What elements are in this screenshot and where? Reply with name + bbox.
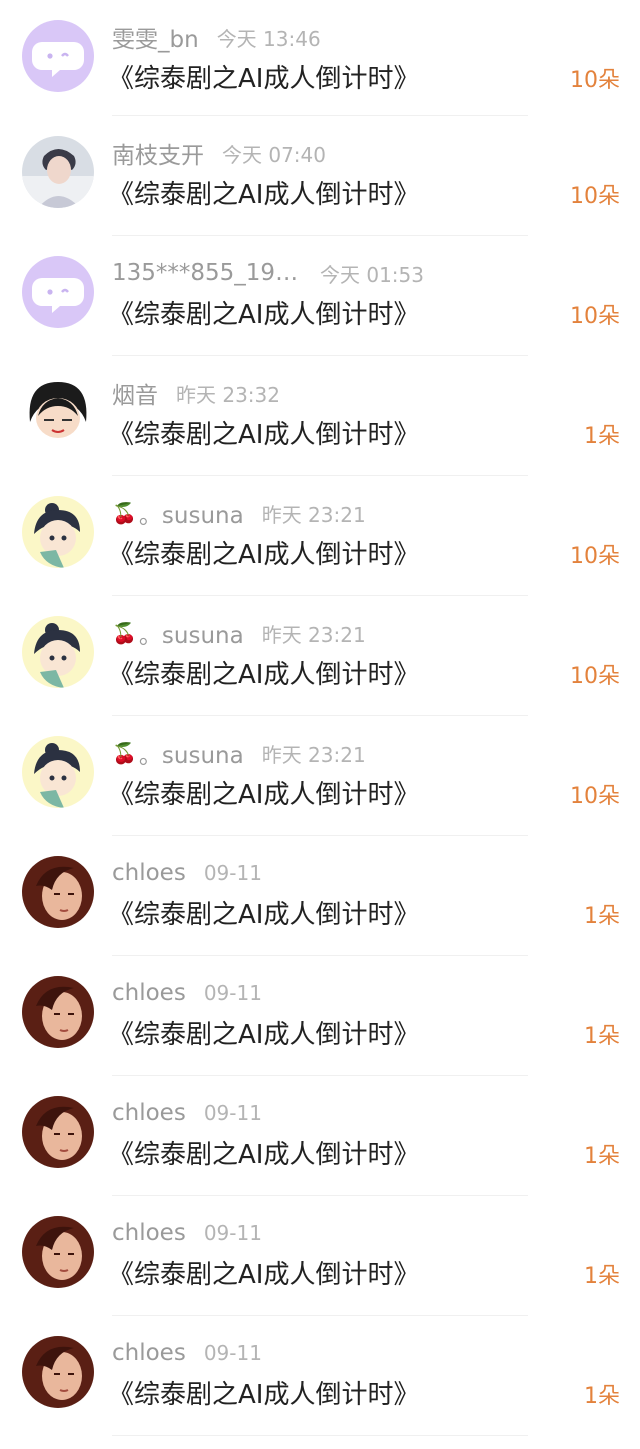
- photo-avatar-icon[interactable]: [22, 136, 94, 208]
- work-title[interactable]: 《综泰剧之AI成人倒计时》: [108, 414, 419, 451]
- work-title[interactable]: 《综泰剧之AI成人倒计时》: [108, 58, 419, 95]
- selfie-avatar-icon[interactable]: [22, 1336, 94, 1408]
- work-title[interactable]: 《综泰剧之AI成人倒计时》: [108, 894, 419, 931]
- work-title[interactable]: 《综泰剧之AI成人倒计时》: [108, 1014, 419, 1051]
- gift-record-list: 雯雯_bn 今天 13:46 《综泰剧之AI成人倒计时》 10朵 南枝支开 今天…: [0, 0, 640, 1436]
- list-item[interactable]: chloes 09-11 《综泰剧之AI成人倒计时》 1朵: [0, 956, 640, 1076]
- work-title[interactable]: 《综泰剧之AI成人倒计时》: [108, 1374, 419, 1411]
- selfie-avatar-icon[interactable]: [22, 1096, 94, 1168]
- cartoon-girl-avatar-icon[interactable]: [22, 376, 94, 448]
- item-meta: chloes 09-11: [112, 978, 262, 1008]
- timestamp: 09-11: [203, 981, 262, 1005]
- selfie-avatar-icon[interactable]: [22, 1216, 94, 1288]
- username[interactable]: chloes: [112, 1100, 186, 1126]
- work-title[interactable]: 《综泰剧之AI成人倒计时》: [108, 534, 419, 571]
- item-meta: 雯雯_bn 今天 13:46: [112, 20, 321, 54]
- item-meta: 烟音 昨天 23:32: [112, 376, 280, 410]
- purple-chat-avatar-icon[interactable]: [22, 256, 94, 328]
- list-item[interactable]: chloes 09-11 《综泰剧之AI成人倒计时》 1朵: [0, 1316, 640, 1436]
- timestamp: 昨天 23:21: [261, 622, 366, 647]
- cartoon-boy-avatar-icon[interactable]: [22, 496, 94, 568]
- timestamp: 今天 13:46: [216, 26, 321, 51]
- list-item[interactable]: 🍒 。susuna 昨天 23:21 《综泰剧之AI成人倒计时》 10朵: [0, 476, 640, 596]
- timestamp: 09-11: [203, 1101, 262, 1125]
- gift-count: 1朵: [584, 1144, 620, 1169]
- gift-count: 1朵: [584, 1264, 620, 1289]
- gift-count: 10朵: [570, 664, 620, 689]
- item-meta: 🍒 。susuna 昨天 23:21: [112, 616, 366, 650]
- username[interactable]: chloes: [112, 860, 186, 886]
- gift-count: 10朵: [570, 544, 620, 569]
- divider: [112, 1435, 528, 1436]
- username[interactable]: 烟音: [112, 376, 158, 410]
- work-title[interactable]: 《综泰剧之AI成人倒计时》: [108, 1134, 419, 1171]
- cherry-icon: 🍒: [112, 741, 137, 765]
- selfie-avatar-icon[interactable]: [22, 976, 94, 1048]
- item-meta: chloes 09-11: [112, 1218, 262, 1248]
- username[interactable]: 。susuna: [139, 496, 244, 530]
- item-meta: chloes 09-11: [112, 858, 262, 888]
- list-item[interactable]: chloes 09-11 《综泰剧之AI成人倒计时》 1朵: [0, 1076, 640, 1196]
- gift-count: 10朵: [570, 68, 620, 93]
- username[interactable]: 。susuna: [139, 736, 244, 770]
- list-item[interactable]: 烟音 昨天 23:32 《综泰剧之AI成人倒计时》 1朵: [0, 356, 640, 476]
- cartoon-boy-avatar-icon[interactable]: [22, 736, 94, 808]
- username[interactable]: chloes: [112, 1220, 186, 1246]
- item-meta: 135***855_198... 今天 01:53: [112, 258, 424, 288]
- work-title[interactable]: 《综泰剧之AI成人倒计时》: [108, 174, 419, 211]
- list-item[interactable]: chloes 09-11 《综泰剧之AI成人倒计时》 1朵: [0, 836, 640, 956]
- item-meta: 🍒 。susuna 昨天 23:21: [112, 736, 366, 770]
- username[interactable]: chloes: [112, 1340, 186, 1366]
- username[interactable]: 南枝支开: [112, 136, 204, 170]
- gift-count: 10朵: [570, 304, 620, 329]
- item-meta: chloes 09-11: [112, 1338, 262, 1368]
- selfie-avatar-icon[interactable]: [22, 856, 94, 928]
- timestamp: 昨天 23:21: [261, 742, 366, 767]
- timestamp: 今天 07:40: [222, 142, 326, 167]
- list-item[interactable]: 南枝支开 今天 07:40 《综泰剧之AI成人倒计时》 10朵: [0, 116, 640, 236]
- cherry-icon: 🍒: [112, 501, 137, 525]
- timestamp: 昨天 23:21: [261, 502, 366, 527]
- gift-count: 1朵: [584, 424, 620, 449]
- item-meta: 南枝支开 今天 07:40: [112, 136, 326, 170]
- username[interactable]: chloes: [112, 980, 186, 1006]
- timestamp: 09-11: [203, 1341, 262, 1365]
- item-meta: chloes 09-11: [112, 1098, 262, 1128]
- gift-count: 1朵: [584, 1384, 620, 1409]
- work-title[interactable]: 《综泰剧之AI成人倒计时》: [108, 654, 419, 691]
- purple-chat-avatar-icon[interactable]: [22, 20, 94, 92]
- work-title[interactable]: 《综泰剧之AI成人倒计时》: [108, 294, 419, 331]
- gift-count: 1朵: [584, 1024, 620, 1049]
- gift-count: 10朵: [570, 184, 620, 209]
- timestamp: 09-11: [203, 861, 262, 885]
- timestamp: 09-11: [203, 1221, 262, 1245]
- timestamp: 昨天 23:32: [176, 382, 280, 407]
- cherry-icon: 🍒: [112, 621, 137, 645]
- list-item[interactable]: chloes 09-11 《综泰剧之AI成人倒计时》 1朵: [0, 1196, 640, 1316]
- list-item[interactable]: 🍒 。susuna 昨天 23:21 《综泰剧之AI成人倒计时》 10朵: [0, 596, 640, 716]
- gift-count: 10朵: [570, 784, 620, 809]
- work-title[interactable]: 《综泰剧之AI成人倒计时》: [108, 1254, 419, 1291]
- username[interactable]: 雯雯_bn: [112, 20, 199, 54]
- list-item[interactable]: 雯雯_bn 今天 13:46 《综泰剧之AI成人倒计时》 10朵: [0, 0, 640, 116]
- list-item[interactable]: 🍒 。susuna 昨天 23:21 《综泰剧之AI成人倒计时》 10朵: [0, 716, 640, 836]
- gift-count: 1朵: [584, 904, 620, 929]
- username[interactable]: 135***855_198...: [112, 260, 302, 286]
- username[interactable]: 。susuna: [139, 616, 244, 650]
- timestamp: 今天 01:53: [320, 262, 424, 287]
- list-item[interactable]: 135***855_198... 今天 01:53 《综泰剧之AI成人倒计时》 …: [0, 236, 640, 356]
- cartoon-boy-avatar-icon[interactable]: [22, 616, 94, 688]
- work-title[interactable]: 《综泰剧之AI成人倒计时》: [108, 774, 419, 811]
- item-meta: 🍒 。susuna 昨天 23:21: [112, 496, 366, 530]
